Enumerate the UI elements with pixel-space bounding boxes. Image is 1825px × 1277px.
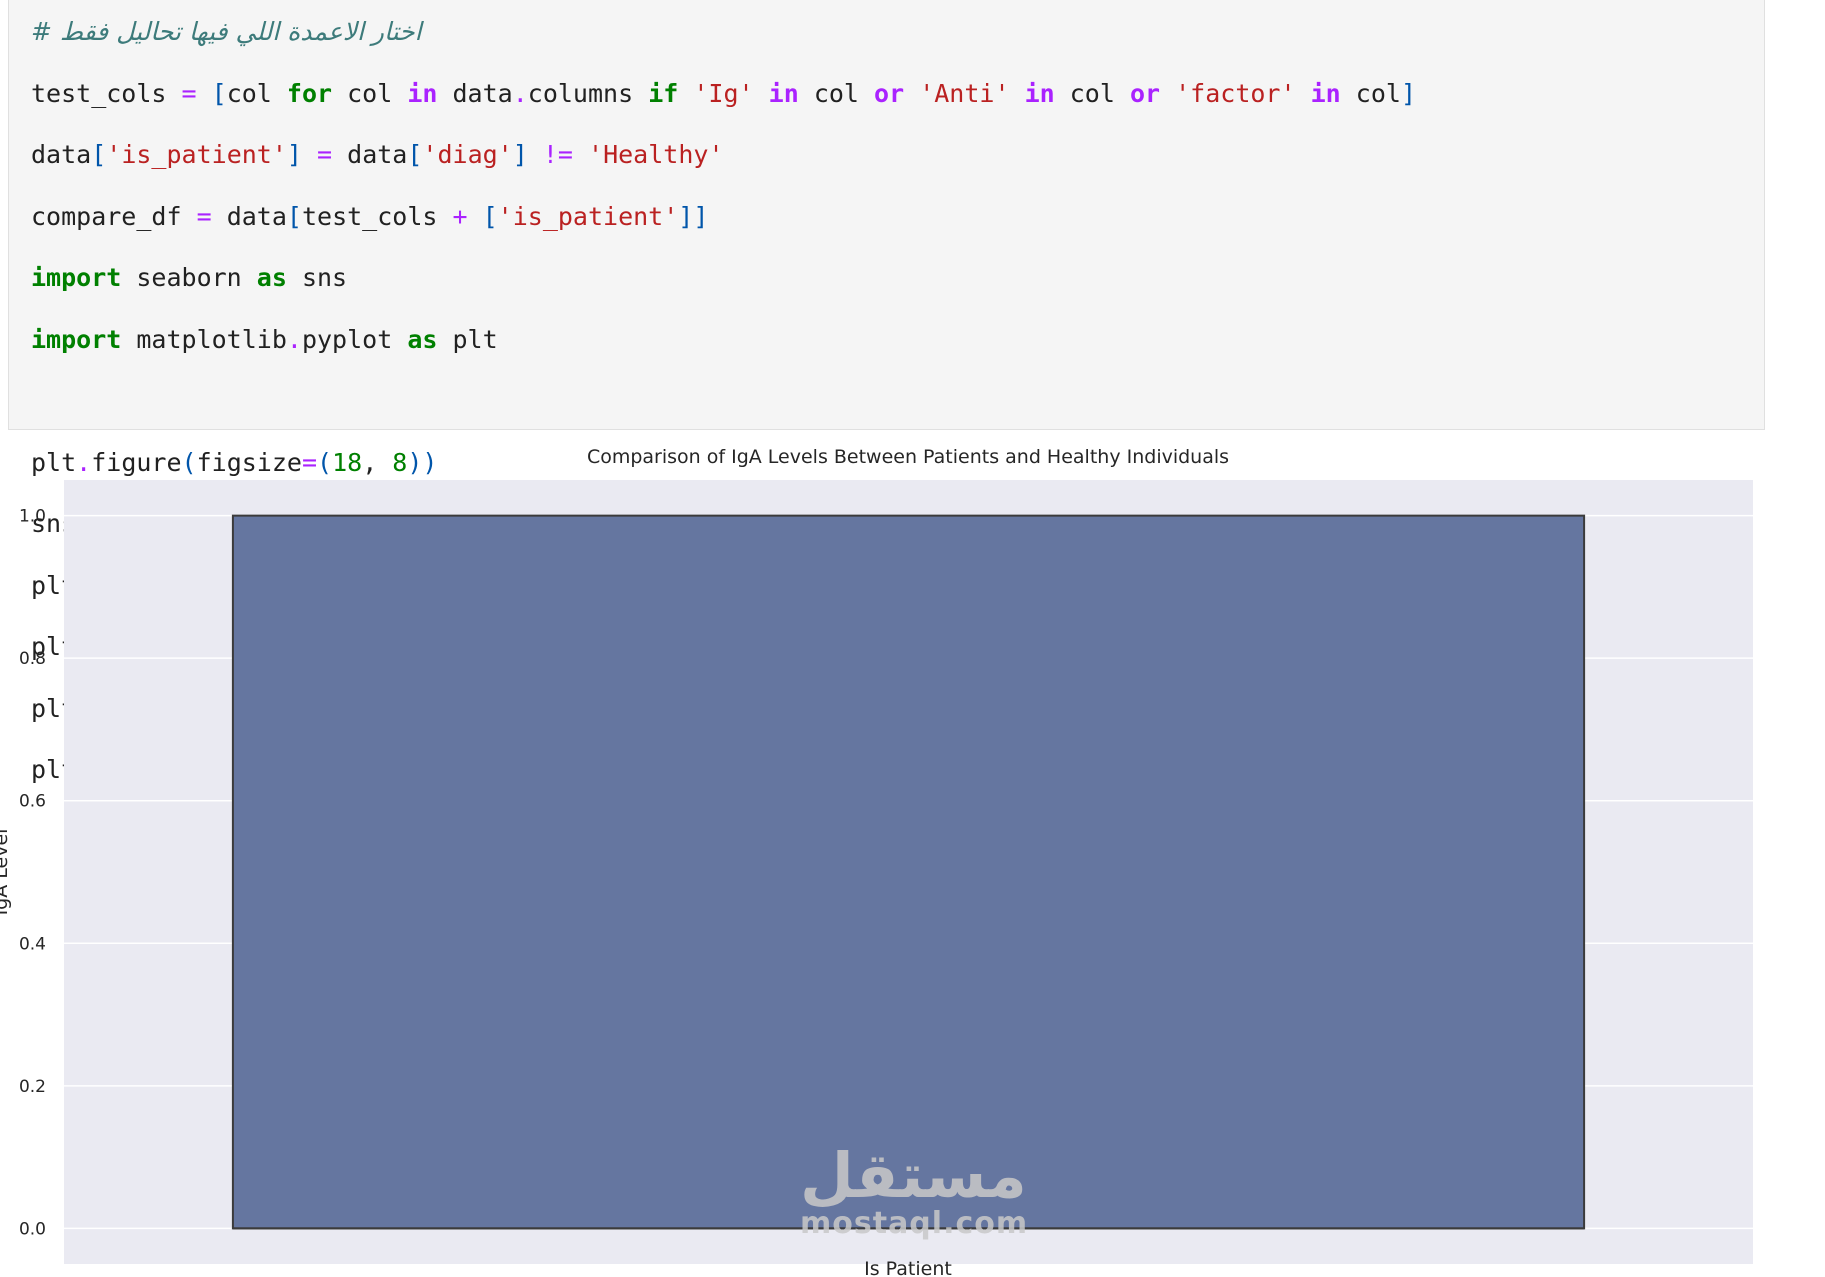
y-tick-label: 0.2 xyxy=(19,1077,46,1097)
code-line-3: compare_df = data[test_cols + ['is_patie… xyxy=(31,201,709,231)
code-line-4: import seaborn as sns xyxy=(31,263,348,292)
y-tick-label: 0.0 xyxy=(19,1219,46,1239)
y-axis-label: IgA Level xyxy=(0,829,12,916)
code-line-comment: # اختار الاعمدة اللي فيها تحاليل فقط xyxy=(31,17,422,46)
x-axis-label: Is Patient xyxy=(864,1258,952,1277)
code-line-2: data['is_patient'] = data['diag'] != 'He… xyxy=(31,140,724,169)
chart-title: Comparison of IgA Levels Between Patient… xyxy=(587,446,1229,468)
y-tick-label: 0.4 xyxy=(19,934,46,954)
watermark-latin: mostaql.com xyxy=(800,1206,1029,1241)
y-tick-label: 0.6 xyxy=(19,792,46,812)
watermark-logo: مستقل mostaql.com xyxy=(800,1139,1029,1241)
box-True xyxy=(231,514,1586,1230)
watermark-arabic: مستقل xyxy=(800,1139,1027,1212)
code-line-5: import matplotlib.pyplot as plt xyxy=(31,324,498,354)
code-line-1: test_cols = [col for col in data.columns… xyxy=(31,78,1416,108)
y-tick-label: 1.0 xyxy=(19,507,46,527)
y-axis-ticks: 0.0 0.2 0.4 0.6 0.8 1.0 xyxy=(19,507,46,1240)
boxes xyxy=(231,514,1586,1230)
y-tick-label: 0.8 xyxy=(19,649,46,669)
code-cell[interactable]: # اختار الاعمدة اللي فيها تحاليل فقط tes… xyxy=(8,0,1765,784)
